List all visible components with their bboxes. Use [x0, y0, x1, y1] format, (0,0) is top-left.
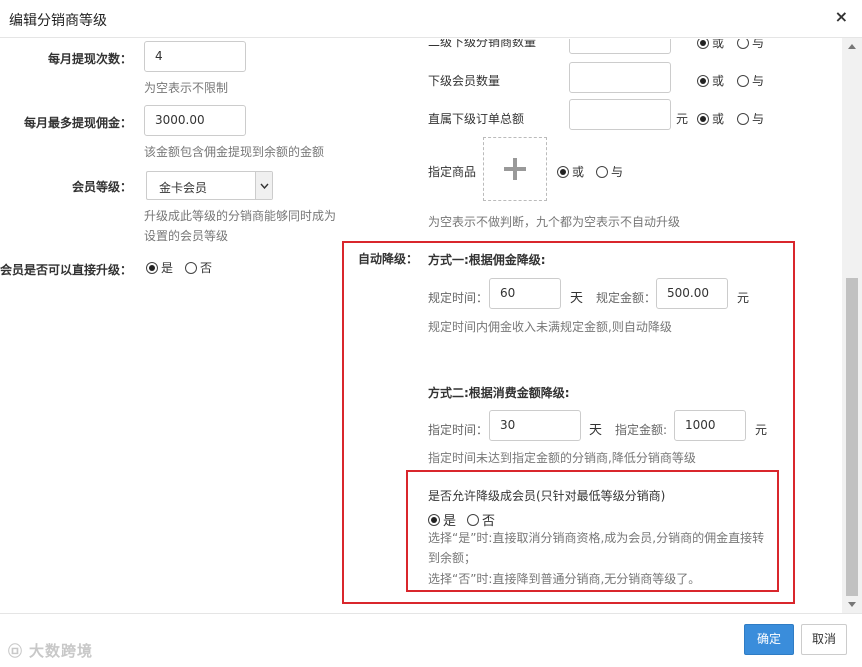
- cancel-button[interactable]: 取消: [801, 624, 847, 655]
- edit-distributor-level-dialog: 编辑分销商等级 × 每月提现次数： 4 为空表示不限制 每月最多提现佣金： 30…: [0, 0, 862, 667]
- allow-member-help-line2: 到余额；: [428, 551, 477, 565]
- allow-member-help-line3: 选择“否”时:直接降到普通分销商,无分销商等级了。: [428, 572, 701, 586]
- add-product-button[interactable]: [483, 137, 547, 201]
- method2-time-unit: 天: [589, 423, 603, 438]
- member-level-select[interactable]: 金卡会员: [146, 171, 273, 200]
- watermark: ㉤大数跨境: [8, 640, 93, 661]
- withdraw-max-input[interactable]: 3000.00: [144, 105, 246, 136]
- radio-unchecked-icon: [467, 513, 479, 526]
- direct-upgrade-yes-radio[interactable]: 是: [146, 259, 173, 276]
- method2-time-label: 指定时间：: [428, 423, 489, 437]
- dialog-header: 编辑分销商等级 ×: [0, 0, 862, 38]
- method1-title: 方式一:根据佣金降级:: [428, 253, 546, 267]
- row1-and-radio[interactable]: 与: [737, 72, 764, 89]
- scroll-up-arrow-icon[interactable]: [847, 43, 857, 50]
- second-level-count-input[interactable]: [569, 39, 671, 54]
- confirm-button[interactable]: 确定: [744, 624, 794, 655]
- method2-time-input[interactable]: 30: [489, 410, 581, 441]
- second-level-count-label: 二级下级分销商数量: [428, 39, 537, 49]
- radio-checked-icon: [146, 261, 158, 274]
- scrollbar-thumb[interactable]: [846, 278, 858, 596]
- method1-time-input[interactable]: 60: [489, 278, 561, 309]
- plus-icon: [504, 158, 526, 180]
- row0-and-radio[interactable]: 与: [737, 39, 764, 51]
- watermark-text: 大数跨境: [29, 642, 94, 660]
- withdraw-max-help: 该金额包含佣金提现到余额的金额: [144, 145, 325, 159]
- method2-help: 指定时间未达到指定金额的分销商,降低分销商等级: [428, 451, 696, 465]
- row2-or-radio[interactable]: 或: [697, 110, 724, 127]
- method1-time-unit: 天: [570, 291, 584, 306]
- allow-member-help-line1: 选择“是”时:直接取消分销商资格,成为会员,分销商的佣金直接转: [428, 531, 765, 545]
- dialog-footer: [0, 613, 862, 667]
- direct-order-total-input[interactable]: [569, 99, 671, 130]
- radio-unchecked-icon: [185, 261, 197, 274]
- direct-order-total-unit: 元: [676, 112, 689, 126]
- row3-or-radio[interactable]: 或: [557, 163, 584, 180]
- method1-amount-label: 规定金额：: [596, 291, 657, 305]
- member-level-help-line2: 设置的会员等级: [144, 229, 229, 243]
- method2-amount-unit: 元: [755, 423, 768, 437]
- method2-amount-input[interactable]: 1000: [674, 410, 746, 441]
- method1-amount-input[interactable]: 500.00: [656, 278, 728, 309]
- direct-upgrade-no-radio[interactable]: 否: [185, 259, 212, 276]
- allow-member-no-radio[interactable]: 否: [467, 510, 495, 529]
- scroll-down-arrow-icon[interactable]: [847, 601, 857, 608]
- auto-downgrade-label: 自动降级：: [357, 252, 418, 266]
- allow-member-yes-radio[interactable]: 是: [428, 510, 456, 529]
- clipped-row: 二级下级分销商数量 或 与: [0, 39, 842, 54]
- method1-help: 规定时间内佣金收入未满规定金额,则自动降级: [428, 320, 672, 334]
- method2-title: 方式二:根据消费金额降级:: [428, 386, 570, 400]
- chevron-down-icon[interactable]: [255, 172, 272, 199]
- upgrade-conditions-help: 为空表示不做判断，九个都为空表示不自动升级: [428, 215, 681, 229]
- row2-and-radio[interactable]: 与: [737, 110, 764, 127]
- withdraw-count-help: 为空表示不限制: [144, 81, 229, 95]
- specified-product-label: 指定商品: [428, 165, 477, 179]
- close-icon[interactable]: ×: [835, 7, 848, 26]
- row1-or-radio[interactable]: 或: [697, 72, 724, 89]
- row0-or-radio[interactable]: 或: [697, 39, 724, 51]
- subordinate-member-count-input[interactable]: [569, 62, 671, 93]
- direct-upgrade-label: 会员是否可以直接升级：: [0, 263, 133, 277]
- member-level-help-line1: 升级成此等级的分销商能够同时成为: [144, 209, 337, 223]
- method2-amount-label: 指定金额:: [615, 423, 668, 437]
- watermark-logo-icon: ㉤: [8, 644, 23, 660]
- radio-checked-icon: [428, 513, 440, 526]
- dialog-title: 编辑分销商等级: [9, 13, 107, 29]
- allow-member-title: 是否允许降级成会员(只针对最低等级分销商): [428, 489, 666, 503]
- method1-time-label: 规定时间：: [428, 291, 489, 305]
- subordinate-member-count-label: 下级会员数量: [428, 74, 501, 88]
- direct-order-total-label: 直属下级订单总额: [428, 112, 525, 126]
- member-level-label: 会员等级：: [71, 180, 132, 194]
- member-level-value: 金卡会员: [159, 181, 208, 195]
- withdraw-max-label: 每月最多提现佣金：: [23, 116, 132, 130]
- row3-and-radio[interactable]: 与: [596, 163, 623, 180]
- method1-amount-unit: 元: [737, 291, 750, 305]
